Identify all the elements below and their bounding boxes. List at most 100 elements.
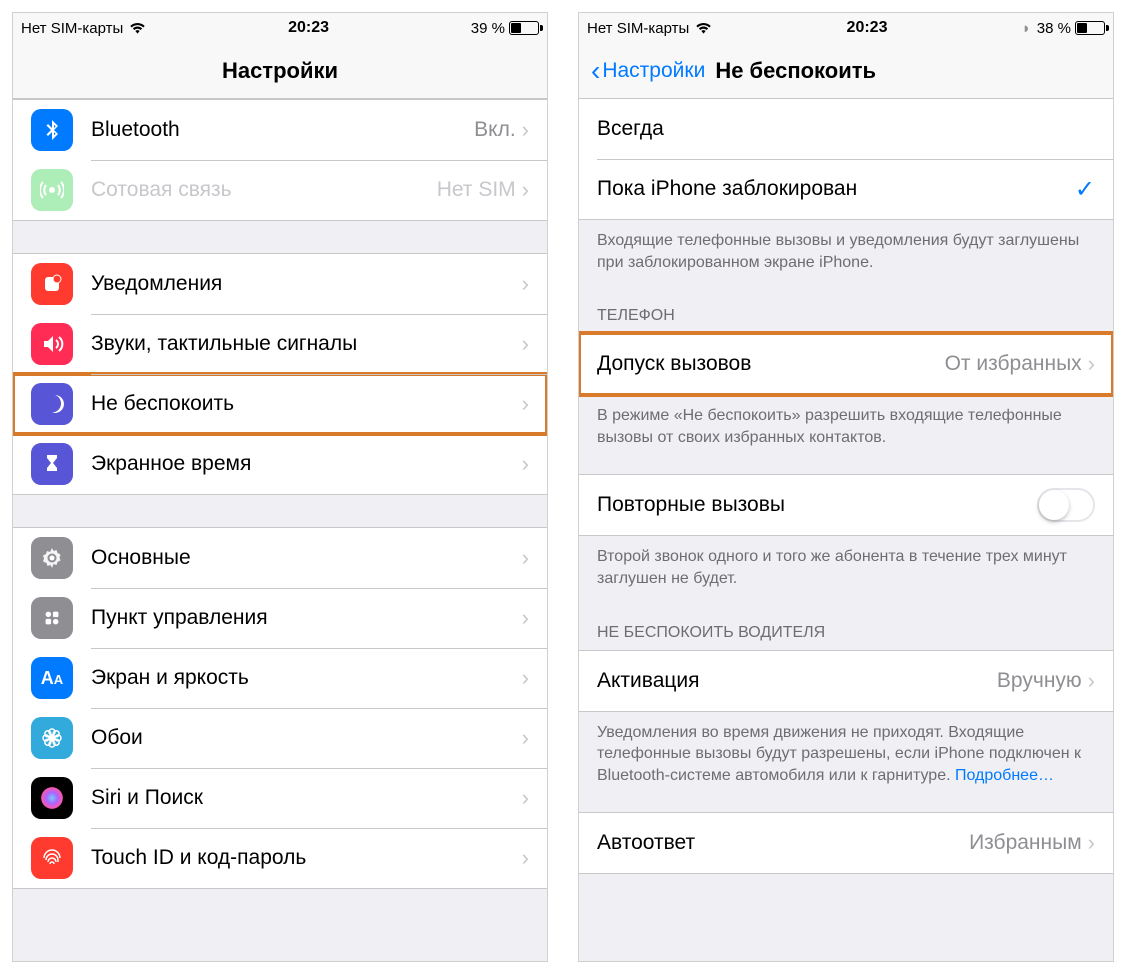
settings-list[interactable]: BluetoothВкл.›Сотовая связьНет SIM› Увед…	[13, 99, 547, 961]
row-value: Избранным	[969, 831, 1082, 855]
notifications-icon	[31, 263, 73, 305]
status-bar: Нет SIM-карты 20:23 39 %	[13, 13, 547, 43]
row-silence-always[interactable]: Всегда	[579, 99, 1113, 159]
control-icon	[31, 597, 73, 639]
row-value: Вкл.	[474, 118, 516, 142]
row-dnd[interactable]: Не беспокоить›	[13, 374, 547, 434]
gear-icon	[31, 537, 73, 579]
row-sounds[interactable]: Звуки, тактильные сигналы›	[13, 314, 547, 374]
chevron-right-icon: ›	[522, 725, 529, 751]
driving-footer-link[interactable]: Подробнее…	[955, 767, 1054, 784]
wifi-icon	[695, 22, 712, 35]
row-activation[interactable]: Активация Вручную ›	[579, 651, 1113, 711]
row-siri[interactable]: Siri и Поиск›	[13, 768, 547, 828]
group-autoreply: Автоответ Избранным ›	[579, 812, 1113, 874]
aa-icon: AA	[31, 657, 73, 699]
cellular-icon	[31, 169, 73, 211]
chevron-right-icon: ›	[522, 331, 529, 357]
driving-footer: Уведомления во время движения не приходя…	[579, 712, 1113, 793]
row-bluetooth[interactable]: BluetoothВкл.›	[13, 100, 547, 160]
dnd-content[interactable]: Всегда Пока iPhone заблокирован ✓ Входящ…	[579, 99, 1113, 961]
row-notifications[interactable]: Уведомления›	[13, 254, 547, 314]
flower-icon	[31, 717, 73, 759]
nav-header: Настройки	[13, 43, 547, 99]
sounds-icon	[31, 323, 73, 365]
carrier-text: Нет SIM-карты	[587, 20, 689, 37]
silence-footer: Входящие телефонные вызовы и уведомления…	[579, 220, 1113, 279]
group-notifications: Уведомления›Звуки, тактильные сигналы›Не…	[13, 253, 547, 495]
row-silence-while-locked[interactable]: Пока iPhone заблокирован ✓	[579, 159, 1113, 219]
row-wallpaper[interactable]: Обои›	[13, 708, 547, 768]
group-repeat-calls: Повторные вызовы	[579, 474, 1113, 536]
row-label: Уведомления	[91, 272, 522, 296]
wifi-icon	[129, 22, 146, 35]
row-display[interactable]: AA Экран и яркость›	[13, 648, 547, 708]
row-value: Вручную	[997, 669, 1082, 693]
battery-percent: 39 %	[471, 20, 505, 37]
phone-dnd: Нет SIM-карты 20:23 ◗ 38 % ‹ Настройки Н…	[578, 12, 1114, 962]
row-label: Touch ID и код-пароль	[91, 846, 522, 870]
chevron-right-icon: ›	[522, 545, 529, 571]
page-title: Не беспокоить	[715, 58, 1101, 84]
row-label: Пункт управления	[91, 606, 522, 630]
phone-section-header: ТЕЛЕФОН	[579, 279, 1113, 333]
chevron-right-icon: ›	[522, 845, 529, 871]
row-label: Не беспокоить	[91, 392, 522, 416]
row-touchid[interactable]: Touch ID и код-пароль›	[13, 828, 547, 888]
group-activation: Активация Вручную ›	[579, 650, 1113, 712]
group-general: Основные›Пункт управления›AAЭкран и ярко…	[13, 527, 547, 889]
carrier-text: Нет SIM-карты	[21, 20, 123, 37]
chevron-right-icon: ›	[522, 665, 529, 691]
row-repeat-calls[interactable]: Повторные вызовы	[579, 475, 1113, 535]
row-label: Повторные вызовы	[597, 493, 1037, 517]
row-label: Siri и Поиск	[91, 786, 522, 810]
row-screentime[interactable]: Экранное время›	[13, 434, 547, 494]
back-label: Настройки	[602, 59, 705, 83]
row-control-center[interactable]: Пункт управления›	[13, 588, 547, 648]
siri-icon	[31, 777, 73, 819]
row-label: Экран и яркость	[91, 666, 522, 690]
chevron-right-icon: ›	[522, 177, 529, 203]
row-label: Автоответ	[597, 831, 969, 855]
row-allow-calls[interactable]: Допуск вызовов От избранных ›	[579, 334, 1113, 394]
group-silence: Всегда Пока iPhone заблокирован ✓	[579, 99, 1113, 220]
hourglass-icon	[31, 443, 73, 485]
row-cellular[interactable]: Сотовая связьНет SIM›	[13, 160, 547, 220]
row-label: Всегда	[597, 117, 1095, 141]
chevron-right-icon: ›	[522, 271, 529, 297]
driving-section-header: НЕ БЕСПОКОИТЬ ВОДИТЕЛЯ	[579, 596, 1113, 650]
checkmark-icon: ✓	[1075, 175, 1095, 204]
row-label: Обои	[91, 726, 522, 750]
chevron-right-icon: ›	[1088, 668, 1095, 694]
row-general[interactable]: Основные›	[13, 528, 547, 588]
status-time: 20:23	[288, 19, 329, 37]
repeat-calls-footer: Второй звонок одного и того же абонента …	[579, 536, 1113, 595]
allow-calls-footer: В режиме «Не беспокоить» разрешить входя…	[579, 395, 1113, 454]
chevron-right-icon: ›	[522, 451, 529, 477]
moon-icon	[31, 383, 73, 425]
battery-icon	[1075, 21, 1105, 35]
chevron-right-icon: ›	[522, 391, 529, 417]
fingerprint-icon	[31, 837, 73, 879]
chevron-right-icon: ›	[522, 117, 529, 143]
group-allow-calls: Допуск вызовов От избранных ›	[579, 333, 1113, 395]
row-label: Звуки, тактильные сигналы	[91, 332, 522, 356]
row-label: Активация	[597, 669, 997, 693]
chevron-left-icon: ‹	[591, 57, 600, 85]
row-label: Основные	[91, 546, 522, 570]
chevron-right-icon: ›	[522, 605, 529, 631]
status-time: 20:23	[847, 19, 888, 37]
row-autoreply[interactable]: Автоответ Избранным ›	[579, 813, 1113, 873]
dnd-moon-icon: ◗	[1022, 20, 1031, 37]
battery-percent: 38 %	[1037, 20, 1071, 37]
row-label: Экранное время	[91, 452, 522, 476]
group-connectivity: BluetoothВкл.›Сотовая связьНет SIM›	[13, 99, 547, 221]
back-button[interactable]: ‹ Настройки	[591, 57, 705, 85]
row-label: Сотовая связь	[91, 178, 437, 202]
status-bar: Нет SIM-карты 20:23 ◗ 38 %	[579, 13, 1113, 43]
row-label: Допуск вызовов	[597, 352, 945, 376]
chevron-right-icon: ›	[1088, 351, 1095, 377]
chevron-right-icon: ›	[1088, 830, 1095, 856]
toggle-repeat-calls[interactable]	[1037, 488, 1095, 522]
row-label: Пока iPhone заблокирован	[597, 177, 1075, 201]
